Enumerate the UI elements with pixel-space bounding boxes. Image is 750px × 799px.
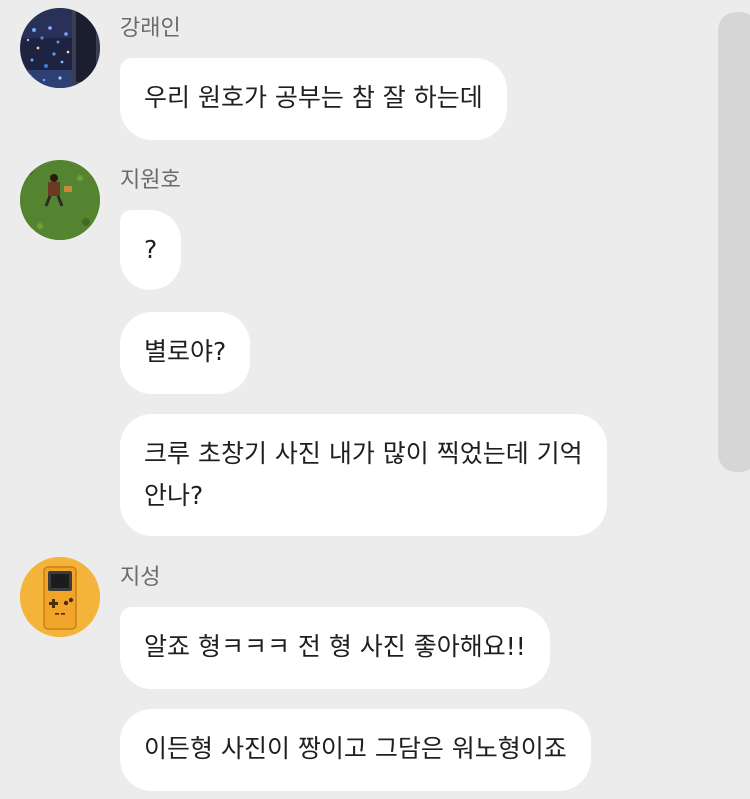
message-bubble[interactable]: 우리 원호가 공부는 참 잘 하는데 <box>120 58 507 140</box>
avatar-kang-raein[interactable] <box>20 8 100 88</box>
scrollbar-thumb[interactable] <box>718 12 750 472</box>
message-bubble[interactable]: 별로야? <box>120 312 251 394</box>
sender-name: 지성 <box>120 565 161 590</box>
message-bubble[interactable]: 이든형 사진이 짱이고 그담은 워노형이죠 <box>120 709 591 791</box>
message-bubble[interactable]: 알죠 형ㅋㅋㅋ 전 형 사진 좋아해요!! <box>120 607 550 689</box>
handheld-game-console-icon <box>20 557 100 637</box>
avatar-ji-seong[interactable] <box>20 557 100 637</box>
person-on-grass-photo-icon <box>20 160 100 240</box>
sender-name: 강래인 <box>120 16 181 41</box>
night-city-photo-icon <box>20 8 100 88</box>
message-bubble-multiline[interactable]: 크루 초창기 사진 내가 많이 찍었는데 기억 안나? <box>120 414 607 536</box>
sender-name: 지원호 <box>120 168 181 193</box>
message-line: 안나? <box>144 481 204 510</box>
avatar-ji-wonho[interactable] <box>20 160 100 240</box>
message-line: 크루 초창기 사진 내가 많이 찍었는데 기억 <box>144 439 583 468</box>
message-bubble[interactable]: ? <box>120 210 182 290</box>
